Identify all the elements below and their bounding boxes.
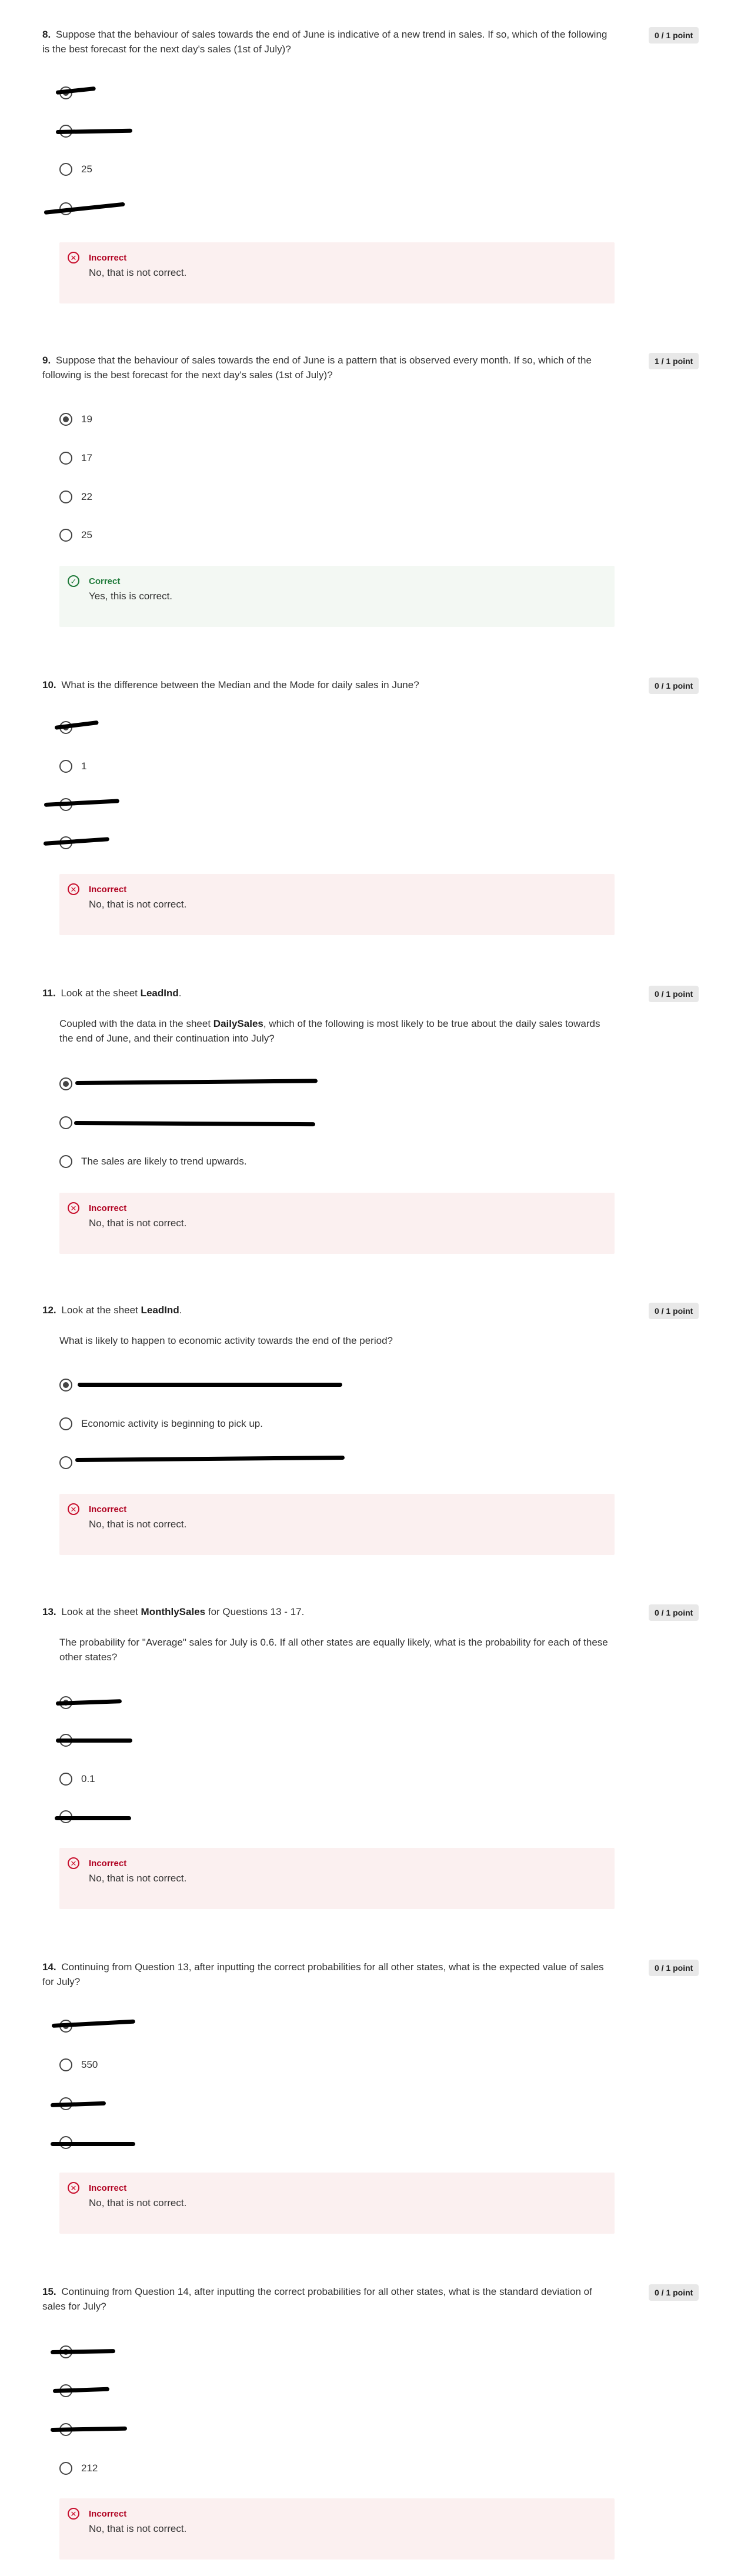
radio-button[interactable]	[59, 1116, 72, 1129]
score-badge: 0 / 1 point	[649, 1604, 699, 1621]
question-number: 12.	[42, 1304, 56, 1316]
radio-button[interactable]	[59, 760, 72, 773]
answer-option[interactable]: 0.1	[59, 1771, 471, 1787]
answer-option[interactable]: 17	[59, 451, 471, 466]
answer-option[interactable]	[59, 2096, 471, 2111]
radio-button[interactable]	[59, 1456, 72, 1469]
error-icon: ✕	[68, 1202, 79, 1214]
error-icon: ✕	[68, 2508, 79, 2520]
answer-option[interactable]: 22	[59, 489, 471, 505]
feedback-incorrect: ✕ Incorrect No, that is not correct.	[59, 874, 615, 935]
score-badge: 0 / 1 point	[649, 27, 699, 44]
question-description: What is likely to happen to economic act…	[59, 1335, 393, 1346]
check-icon: ✓	[68, 575, 79, 587]
answer-option[interactable]	[59, 2344, 471, 2360]
answer-option[interactable]: The sales are likely to trend upwards.	[59, 1154, 471, 1169]
redaction-scribble	[78, 1383, 342, 1387]
question-number: 15.	[42, 2286, 56, 2297]
question-description: Coupled with the data in the sheet Daily…	[59, 1018, 600, 1044]
error-icon: ✕	[68, 1503, 79, 1515]
feedback-incorrect: ✕ Incorrect No, that is not correct.	[59, 2498, 615, 2560]
question-description: The probability for "Average" sales for …	[59, 1637, 608, 1663]
radio-button[interactable]	[59, 1417, 72, 1430]
feedback-incorrect: ✕ Incorrect No, that is not correct.	[59, 1193, 615, 1254]
score-badge: 0 / 1 point	[649, 1303, 699, 1319]
answer-option[interactable]: 212	[59, 2461, 471, 2476]
radio-button[interactable]	[59, 1077, 72, 1090]
question-number: 10.	[42, 679, 56, 690]
answer-option[interactable]: 25	[59, 162, 471, 177]
answer-option[interactable]: 19	[59, 412, 471, 427]
redaction-scribble	[51, 2142, 135, 2146]
feedback-incorrect: ✕ Incorrect No, that is not correct.	[59, 1848, 615, 1909]
question-text: 11. Look at the sheet LeadInd.	[42, 987, 182, 999]
answer-option[interactable]	[59, 2383, 471, 2398]
question-text: 12. Look at the sheet LeadInd.	[42, 1304, 182, 1316]
error-icon: ✕	[68, 883, 79, 895]
answer-option[interactable]: Economic activity is beginning to pick u…	[59, 1416, 471, 1432]
answer-option[interactable]: 550	[59, 2057, 471, 2073]
radio-button[interactable]	[59, 2058, 72, 2071]
question-text: 10. What is the difference between the M…	[42, 679, 419, 690]
radio-button[interactable]	[59, 490, 72, 503]
error-icon: ✕	[68, 1857, 79, 1869]
radio-button[interactable]	[59, 529, 72, 542]
radio-button[interactable]	[59, 2462, 72, 2475]
question-number: 8.	[42, 29, 51, 40]
answer-option[interactable]: 1	[59, 759, 471, 774]
question-text: 13. Look at the sheet MonthlySales for Q…	[42, 1606, 305, 1617]
feedback-incorrect: ✕ Incorrect No, that is not correct.	[59, 242, 615, 303]
radio-button[interactable]	[59, 1155, 72, 1168]
score-badge: 1 / 1 point	[649, 353, 699, 369]
error-icon: ✕	[68, 2182, 79, 2194]
feedback-correct: ✓ Correct Yes, this is correct.	[59, 566, 615, 627]
answer-option[interactable]	[59, 797, 471, 812]
radio-button[interactable]	[59, 163, 72, 176]
radio-button[interactable]	[59, 1379, 72, 1392]
redaction-scribble	[56, 1739, 132, 1743]
question-number: 11.	[42, 987, 56, 999]
question-number: 14.	[42, 1961, 56, 1973]
question-text: 14. Continuing from Question 13, after i…	[42, 1961, 604, 1987]
answer-option[interactable]	[59, 835, 471, 850]
question-number: 13.	[42, 1606, 56, 1617]
question-number: 9.	[42, 355, 51, 366]
radio-button[interactable]	[59, 452, 72, 465]
answer-option[interactable]	[59, 720, 471, 735]
feedback-incorrect: ✕ Incorrect No, that is not correct.	[59, 2173, 615, 2234]
radio-button[interactable]	[59, 413, 72, 426]
score-badge: 0 / 1 point	[649, 678, 699, 694]
score-badge: 0 / 1 point	[649, 2284, 699, 2301]
question-text: 8. Suppose that the behaviour of sales t…	[42, 29, 608, 55]
question-text: 15. Continuing from Question 14, after i…	[42, 2286, 592, 2312]
question-text: 9. Suppose that the behaviour of sales t…	[42, 355, 592, 381]
error-icon: ✕	[68, 252, 79, 263]
answer-option[interactable]	[59, 85, 471, 101]
feedback-incorrect: ✕ Incorrect No, that is not correct.	[59, 1494, 615, 1555]
radio-button[interactable]	[59, 1773, 72, 1786]
score-badge: 0 / 1 point	[649, 986, 699, 1002]
score-badge: 0 / 1 point	[649, 1960, 699, 1976]
answer-option[interactable]: 25	[59, 528, 471, 543]
redaction-scribble	[55, 1816, 131, 1820]
